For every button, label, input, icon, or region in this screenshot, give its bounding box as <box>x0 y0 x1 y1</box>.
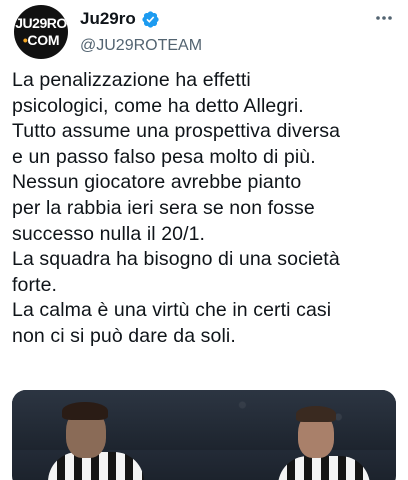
tweet-text-line: La penalizzazione ha effetti <box>12 69 251 91</box>
player-right <box>274 402 374 480</box>
tweet-text-line: psicologici, come ha detto Allegri. <box>12 94 304 117</box>
player-left <box>40 400 150 480</box>
more-options-icon[interactable] <box>374 10 394 26</box>
author-name-row: Ju29ro <box>80 9 160 29</box>
player-left-hair <box>62 402 108 420</box>
avatar-logo-text: JU29RO <box>15 15 67 31</box>
tweet-text-line: e un passo falso pesa molto di più. <box>12 145 316 168</box>
tweet-text-line: successo nulla il 20/1. <box>12 222 206 245</box>
player-right-shirt <box>278 456 370 480</box>
tweet-text-line: forte. <box>12 273 58 296</box>
verified-badge-icon <box>142 10 159 28</box>
tweet-text-line: La calma è una virtù che in certi casi <box>12 299 332 322</box>
avatar[interactable]: JU29RO •COM <box>14 5 68 59</box>
tweet-text-line: La squadra ha bisogno di una società <box>12 248 340 271</box>
display-name[interactable]: Ju29ro <box>80 9 136 29</box>
tweet-text-line: non ci si può dare da soli. <box>12 324 236 347</box>
author-handle[interactable]: @JU29ROTEAM <box>80 36 202 56</box>
tweet-media-image[interactable] <box>12 390 396 480</box>
tweet-text-line: Tutto assume una prospettiva diversa <box>12 120 341 143</box>
avatar-logo-suffix: COM <box>27 32 60 48</box>
tweet-text-line: Nessun giocatore avrebbe pianto <box>12 171 302 194</box>
player-right-hair <box>296 406 336 422</box>
avatar-logo-text-2: •COM <box>14 33 68 47</box>
tweet-card: JU29RO •COM Ju29ro @JU29ROTEAM La penali… <box>0 0 408 480</box>
tweet-text: La penalizzazione ha effetti psicologici… <box>12 68 404 350</box>
tweet-text-line: per la rabbia ieri sera se non fosse <box>12 196 315 219</box>
